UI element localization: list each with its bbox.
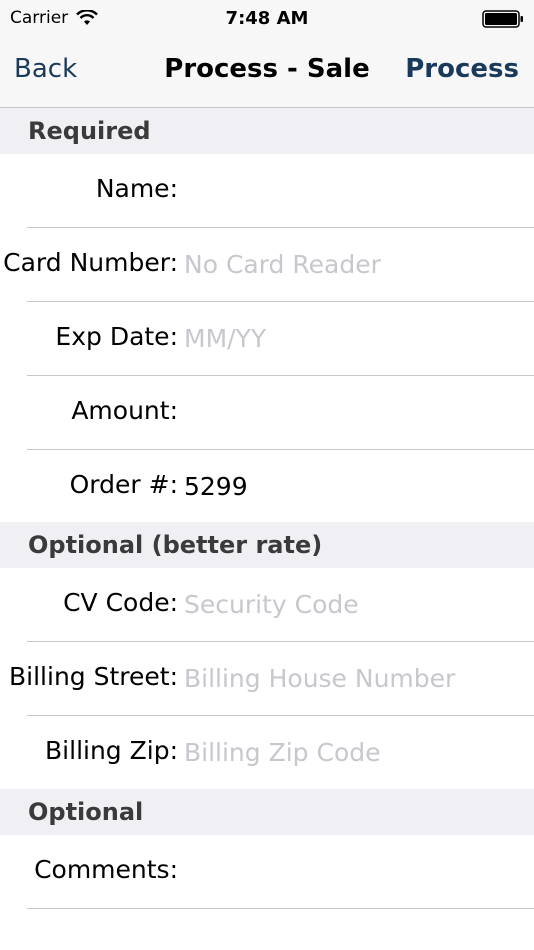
amount-label: Amount: <box>71 396 178 425</box>
status-bar: Carrier 7:48 AM <box>0 0 534 40</box>
card-number-field[interactable] <box>184 242 524 286</box>
battery-icon <box>482 10 523 28</box>
order-label: Order #: <box>69 470 178 499</box>
amount-field[interactable] <box>184 390 524 434</box>
exp-date-field[interactable] <box>184 316 524 360</box>
name-field[interactable] <box>184 168 524 212</box>
name-label: Name: <box>95 174 178 203</box>
form-row-cv-code: CV Code: <box>0 568 534 642</box>
form-row-exp-date: Exp Date: <box>0 302 534 376</box>
section-title: Optional <box>28 798 144 826</box>
section-header-optional: Optional <box>0 789 534 835</box>
section-title: Required <box>28 117 151 145</box>
billing-street-label: Billing Street: <box>9 662 178 691</box>
navigation-bar: Back Process - Sale Process <box>0 40 534 108</box>
row-divider <box>27 908 534 909</box>
section-header-required: Required <box>0 108 534 154</box>
form-row-billing-street: Billing Street: <box>0 642 534 716</box>
comments-field[interactable] <box>184 849 524 893</box>
section-header-optional-better-rate: Optional (better rate) <box>0 522 534 568</box>
cv-code-label: CV Code: <box>63 588 178 617</box>
form-row-order: Order #: <box>0 450 534 524</box>
form-row-amount: Amount: <box>0 376 534 450</box>
cv-code-field[interactable] <box>184 582 524 626</box>
form-row-card-number: Card Number: <box>0 228 534 302</box>
form-row-billing-zip: Billing Zip: <box>0 716 534 790</box>
process-button[interactable]: Process <box>405 54 519 84</box>
order-number-field[interactable] <box>184 464 524 508</box>
form-row-name: Name: <box>0 154 534 228</box>
form-row-comments: Comments: <box>0 835 534 909</box>
billing-zip-label: Billing Zip: <box>45 736 178 765</box>
section-title: Optional (better rate) <box>28 531 323 559</box>
back-button[interactable]: Back <box>14 54 77 84</box>
exp-date-label: Exp Date: <box>55 322 178 351</box>
comments-label: Comments: <box>34 855 178 884</box>
billing-street-field[interactable] <box>184 656 524 700</box>
billing-zip-field[interactable] <box>184 730 524 774</box>
status-time: 7:48 AM <box>225 8 309 29</box>
card-number-label: Card Number: <box>3 248 178 277</box>
